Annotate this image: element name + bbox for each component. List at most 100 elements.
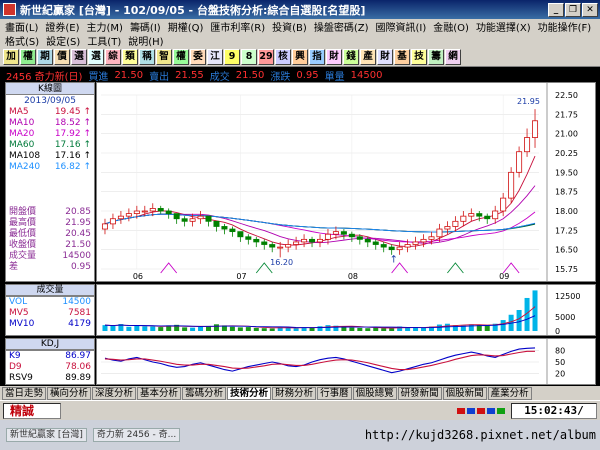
toolbar-button-3[interactable]: 價 (54, 48, 70, 65)
toolbar-button-18[interactable]: 指 (309, 48, 325, 65)
menu-item-2-3[interactable]: 說明(H) (127, 33, 164, 48)
menu-item-7[interactable]: 操盤密碼(Z) (313, 19, 370, 34)
toolbar-button-9[interactable]: 智 (156, 48, 172, 65)
tab-3[interactable]: 基本分析 (137, 386, 182, 400)
toolbar-button-23[interactable]: 基 (394, 48, 410, 65)
toolbar-button-14[interactable]: 8 (241, 48, 257, 65)
candle-body (221, 226, 228, 230)
candle-body (484, 215, 491, 220)
toolbar-button-24[interactable]: 技 (411, 48, 427, 65)
toolbar-button-0[interactable]: 加 (3, 48, 19, 65)
candle-body (165, 210, 172, 214)
toolbar-button-8[interactable]: 稱 (139, 48, 155, 65)
menu-item-11[interactable]: 功能操作(F) (537, 19, 593, 34)
tab-9[interactable]: 研發新聞 (397, 386, 442, 400)
tab-1[interactable]: 橫向分析 (47, 386, 92, 400)
ma-row: MA60 17.16 ↑ (6, 140, 94, 151)
single-volume-label: 單量 (324, 71, 345, 83)
menu-item-1[interactable]: 證券(E) (44, 19, 80, 34)
ask-label: 賣出 (149, 71, 170, 83)
bid-value: 21.50 (114, 69, 144, 81)
ma-line-240 (104, 213, 536, 233)
toolbar-button-1[interactable]: 權 (20, 48, 36, 65)
kd-header[interactable]: KD,J (5, 338, 95, 350)
kd-chart[interactable]: 80 50 20 (96, 338, 596, 385)
toolbar-button-13[interactable]: 9 (224, 48, 240, 65)
tab-10[interactable]: 個股新聞 (442, 386, 487, 400)
volume-bar (198, 326, 204, 331)
toolbar-button-7[interactable]: 類 (122, 48, 138, 65)
toolbar-button-26[interactable]: 網 (445, 48, 461, 65)
toolbar-button-16[interactable]: 核 (275, 48, 291, 65)
tab-4[interactable]: 籌碼分析 (182, 386, 227, 400)
taskbar: 新世紀贏家 [台灣] 奇力新 2456 - 奇... http://kujd32… (0, 420, 600, 450)
toolbar-button-20[interactable]: 錢 (343, 48, 359, 65)
toolbar-button-15[interactable]: 29 (258, 48, 274, 65)
volume-tick-label: 5000 (555, 313, 575, 322)
price-label: 最低價 (9, 229, 37, 239)
tab-5[interactable]: 技術分析 (227, 386, 272, 400)
toolbar-button-12[interactable]: 江 (207, 48, 223, 65)
menu-item-0[interactable]: 畫面(L) (4, 19, 39, 34)
volume-bar (516, 310, 522, 331)
menu-item-8[interactable]: 國際資訊(I) (374, 19, 427, 34)
toolbar-button-11[interactable]: 委 (190, 48, 206, 65)
candle-body (468, 213, 475, 217)
volume-bar (102, 325, 108, 331)
toolbar-button-10[interactable]: 權 (173, 48, 189, 65)
candle-body (500, 197, 507, 212)
tab-2[interactable]: 深度分析 (92, 386, 137, 400)
kline-header[interactable]: K線圖 (6, 83, 94, 95)
price-value: 21.95 (65, 218, 91, 228)
price-label: 收盤價 (9, 240, 37, 250)
tab-0[interactable]: 當日走勢 (2, 386, 47, 400)
candle-body (205, 215, 212, 222)
menu-item-9[interactable]: 金融(O) (432, 19, 470, 34)
candle-body (316, 238, 323, 243)
toolbar-button-21[interactable]: 產 (360, 48, 376, 65)
menu-item-3[interactable]: 籌碼(I) (129, 19, 162, 34)
toolbar-button-22[interactable]: 財 (377, 48, 393, 65)
volume-bar (500, 320, 506, 331)
volume-bar (389, 328, 395, 331)
volume-header[interactable]: 成交量 (5, 284, 95, 296)
kline-chart[interactable]: 22.50 21.75 21.00 20.25 19.50 18.75 18.00 17.25… (96, 82, 596, 282)
candle-body (380, 244, 387, 248)
tab-11[interactable]: 產業分析 (487, 386, 532, 400)
menu-item-10[interactable]: 功能選擇(X) (475, 19, 532, 34)
close-button[interactable]: ✕ (582, 2, 598, 17)
toolbar-button-6[interactable]: 綜 (105, 48, 121, 65)
menu-item-4[interactable]: 期權(Q) (167, 19, 205, 34)
volume-value: 4179 (68, 319, 91, 329)
minimize-button[interactable]: _ (548, 2, 564, 17)
x-tick-label: 07 (236, 272, 246, 281)
restore-button[interactable]: ❐ (565, 2, 581, 17)
toolbar-button-25[interactable]: 籌 (428, 48, 444, 65)
candle-body (444, 226, 451, 230)
menu-item-2-0[interactable]: 格式(S) (4, 33, 40, 48)
tab-8[interactable]: 個股總覽 (352, 386, 397, 400)
volume-bar (158, 327, 164, 331)
toolbar-button-5[interactable]: 選 (88, 48, 104, 65)
taskbar-item-app[interactable]: 新世紀贏家 [台灣] (6, 428, 87, 442)
taskbar-item-stock[interactable]: 奇力新 2456 - 奇... (92, 428, 181, 442)
volume-tick-label: 12500 (555, 292, 580, 301)
price-row: 最高價 21.95 (6, 218, 94, 229)
candle-body (173, 213, 180, 220)
toolbar-button-19[interactable]: 財 (326, 48, 342, 65)
tab-6[interactable]: 財務分析 (272, 386, 317, 400)
menu-item-5[interactable]: 匯市利率(R) (209, 19, 266, 34)
ma-row: MA10 18.52 ↑ (6, 118, 94, 129)
volume-chart[interactable]: 12500 5000 0 (96, 284, 596, 336)
menu-item-6[interactable]: 投資(B) (271, 19, 308, 34)
toolbar-button-4[interactable]: 選 (71, 48, 87, 65)
menu-item-2-2[interactable]: 工具(T) (86, 33, 122, 48)
tab-7[interactable]: 行事曆 (317, 386, 352, 400)
toolbar-button-17[interactable]: 興 (292, 48, 308, 65)
volume-bar (213, 324, 219, 331)
menu-item-2-1[interactable]: 設定(S) (45, 33, 81, 48)
toolbar-button-2[interactable]: 期 (37, 48, 53, 65)
volume-row: VOL 14500 (6, 297, 94, 308)
volume-bar (269, 328, 275, 331)
menu-item-2[interactable]: 主力(M) (86, 19, 124, 34)
